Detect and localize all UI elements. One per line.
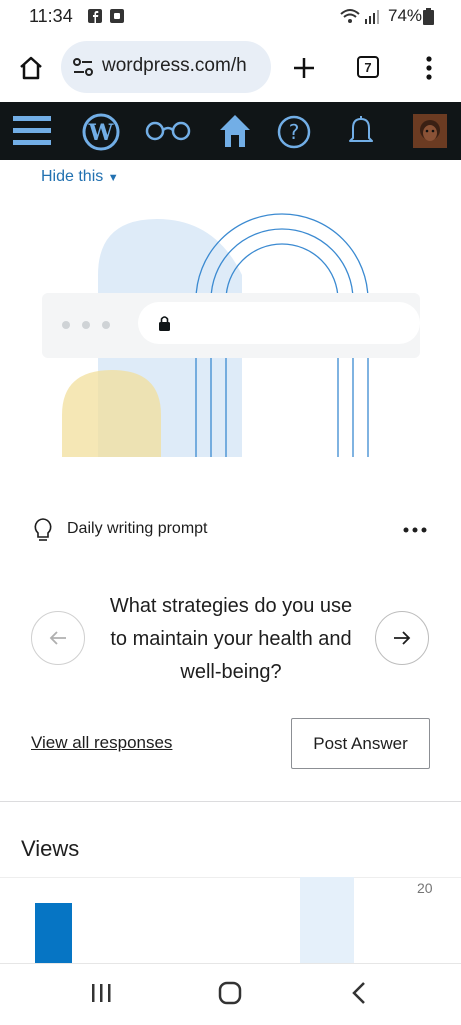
recent-apps-icon[interactable] [90, 982, 112, 1004]
post-answer-button[interactable]: Post Answer [291, 718, 430, 769]
back-nav-icon[interactable] [350, 981, 368, 1005]
notifications-bell-icon[interactable] [347, 115, 375, 149]
caret-down-icon: ▼ [107, 172, 119, 184]
prompt-question: What strategies do you use to maintain y… [109, 595, 353, 683]
arrow-left-icon [49, 631, 66, 645]
user-avatar[interactable] [413, 114, 447, 148]
svg-text:W: W [88, 120, 114, 146]
lightbulb-icon [34, 518, 52, 541]
status-bar: 11:34 74% [0, 0, 461, 34]
notification-app-icon [110, 9, 124, 23]
previous-prompt-button[interactable] [31, 611, 85, 665]
help-icon[interactable]: ? [276, 114, 312, 150]
chart-y-tick: 20 [417, 880, 433, 896]
new-tab-icon[interactable] [292, 56, 316, 80]
url-text[interactable]: wordpress.com/h [102, 55, 247, 77]
chart-bar[interactable] [35, 903, 72, 963]
chart-gridline [0, 877, 461, 878]
site-settings-icon[interactable] [72, 57, 94, 77]
view-all-responses-link[interactable]: View all responses [31, 733, 172, 753]
facebook-icon [88, 9, 102, 23]
section-divider [0, 801, 461, 802]
svg-text:?: ? [289, 120, 300, 144]
battery-percent: 74% [388, 6, 423, 25]
chart-highlight-column [300, 877, 354, 963]
tab-count: 7 [364, 59, 372, 75]
menu-icon[interactable] [13, 113, 51, 149]
reader-icon[interactable] [144, 121, 192, 141]
home-icon[interactable] [18, 56, 44, 80]
hide-this-toggle[interactable]: Hide this ▼ [41, 168, 119, 186]
more-menu-icon[interactable] [424, 55, 434, 81]
next-prompt-button[interactable] [375, 611, 429, 665]
browser-illustration [42, 213, 420, 457]
home-nav-icon[interactable] [218, 981, 242, 1005]
battery-icon [423, 8, 434, 25]
prompt-options-icon[interactable] [402, 525, 428, 535]
daily-prompt-label: Daily writing prompt [67, 520, 208, 537]
my-sites-icon[interactable] [218, 113, 252, 149]
tab-switcher-button[interactable]: 7 [357, 56, 379, 78]
arrow-right-icon [394, 631, 411, 645]
wordpress-logo-icon[interactable]: W [82, 113, 120, 151]
views-title: Views [21, 836, 80, 861]
hide-this-label: Hide this [41, 168, 104, 185]
wifi-signal-icon [340, 9, 379, 24]
status-time: 11:34 [29, 6, 73, 26]
